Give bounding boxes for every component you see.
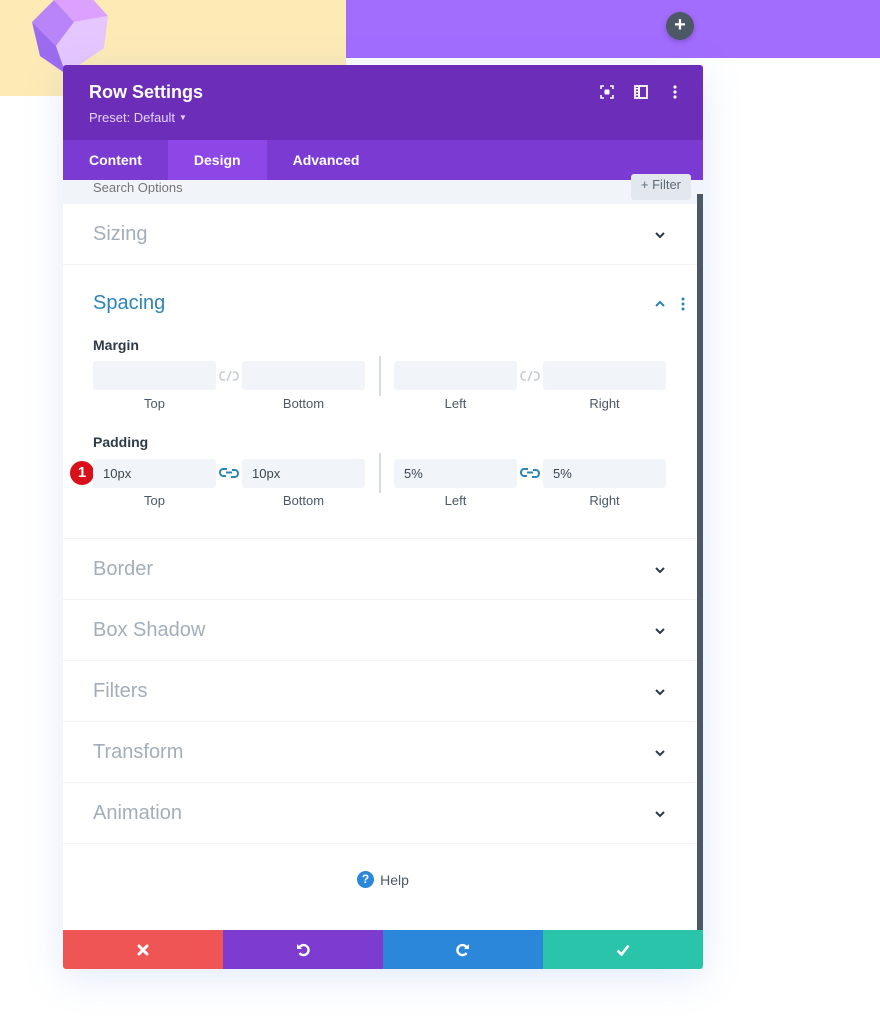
margin-bottom-input[interactable]	[242, 361, 365, 390]
section-spacing: Spacing Margin Top Bottom Left Right Pad…	[63, 265, 703, 539]
section-title[interactable]: Spacing	[93, 292, 165, 315]
undo-icon	[297, 943, 310, 956]
chevron-down-icon[interactable]	[653, 624, 667, 638]
margin-left-input[interactable]	[394, 361, 517, 390]
padding-top-input[interactable]	[93, 459, 216, 488]
section-transform[interactable]: Transform	[63, 722, 703, 783]
filter-button[interactable]: + Filter	[630, 174, 691, 200]
help-question-icon: ?	[357, 871, 375, 888]
help-label: Help	[380, 871, 409, 888]
padding-right-input[interactable]	[543, 459, 666, 488]
margin-right-input[interactable]	[543, 361, 666, 390]
unlink-icon[interactable]	[219, 369, 239, 383]
margin-left-label: Left	[444, 396, 467, 411]
chevron-down-icon[interactable]	[653, 746, 667, 760]
cancel-icon	[137, 944, 149, 955]
preset-dropdown[interactable]: Preset: Default ▼	[89, 110, 187, 125]
undo-button[interactable]	[223, 930, 383, 969]
modal-title: Row Settings	[89, 82, 204, 102]
chevron-up-icon[interactable]	[653, 297, 667, 311]
divider	[379, 356, 381, 396]
tab-advanced[interactable]: Advanced	[267, 140, 386, 180]
redo-button[interactable]	[383, 930, 543, 969]
modal-footer	[63, 930, 703, 969]
chevron-down-icon[interactable]	[653, 685, 667, 699]
search-options-input[interactable]	[93, 180, 493, 194]
save-button[interactable]	[543, 930, 703, 969]
step-badge: 1	[70, 461, 94, 485]
caret-down-icon: ▼	[179, 113, 187, 122]
section-options-icon[interactable]	[680, 297, 686, 311]
padding-right-label: Right	[589, 493, 620, 508]
cancel-button[interactable]	[63, 930, 223, 969]
redo-icon	[456, 943, 469, 956]
fullscreen-icon[interactable]	[599, 84, 615, 100]
padding-top-label: Top	[144, 493, 165, 508]
sidebar-toggle-icon[interactable]	[633, 84, 649, 100]
add-row-button[interactable]: +	[666, 12, 694, 40]
margin-bottom-label: Bottom	[282, 396, 325, 411]
search-bar: + Filter	[63, 174, 703, 204]
margin-right-label: Right	[589, 396, 620, 411]
unlink-icon[interactable]	[520, 369, 540, 383]
padding-left-input[interactable]	[394, 459, 517, 488]
divider	[379, 453, 381, 493]
section-box-shadow[interactable]: Box Shadow	[63, 600, 703, 661]
cube-illustration	[32, 0, 108, 74]
margin-top-input[interactable]	[93, 361, 216, 390]
help-link[interactable]: ? Help	[63, 871, 703, 888]
save-check-icon	[616, 944, 630, 956]
scrollbar[interactable]	[697, 194, 703, 931]
padding-left-label: Left	[444, 493, 467, 508]
chevron-down-icon[interactable]	[653, 228, 667, 242]
section-title: Filters	[93, 680, 148, 702]
padding-label: Padding	[93, 434, 149, 450]
section-title: Sizing	[93, 223, 148, 245]
chevron-down-icon[interactable]	[653, 563, 667, 577]
tab-design[interactable]: Design	[167, 140, 267, 180]
section-title: Border	[93, 558, 154, 580]
padding-bottom-label: Bottom	[282, 493, 325, 508]
padding-bottom-input[interactable]	[242, 459, 365, 488]
section-title: Transform	[93, 741, 184, 763]
margin-label: Margin	[93, 337, 139, 353]
link-icon[interactable]	[520, 466, 540, 480]
section-animation[interactable]: Animation	[63, 783, 703, 844]
background-purple-section	[346, 0, 880, 58]
row-settings-modal: Row Settings Preset: Default ▼ Content D…	[63, 65, 703, 969]
section-title: Box Shadow	[93, 619, 206, 641]
section-sizing[interactable]: Sizing	[63, 204, 703, 265]
tab-content[interactable]: Content	[63, 140, 168, 180]
section-filters[interactable]: Filters	[63, 661, 703, 722]
chevron-down-icon[interactable]	[653, 807, 667, 821]
section-border[interactable]: Border	[63, 539, 703, 600]
margin-top-label: Top	[144, 396, 165, 411]
preset-label: Preset: Default	[89, 110, 175, 125]
modal-header: Row Settings Preset: Default ▼	[63, 65, 703, 140]
tab-bar: Content Design Advanced	[63, 140, 703, 180]
section-title: Animation	[93, 802, 182, 824]
link-icon[interactable]	[219, 466, 239, 480]
more-options-icon[interactable]	[667, 84, 683, 100]
